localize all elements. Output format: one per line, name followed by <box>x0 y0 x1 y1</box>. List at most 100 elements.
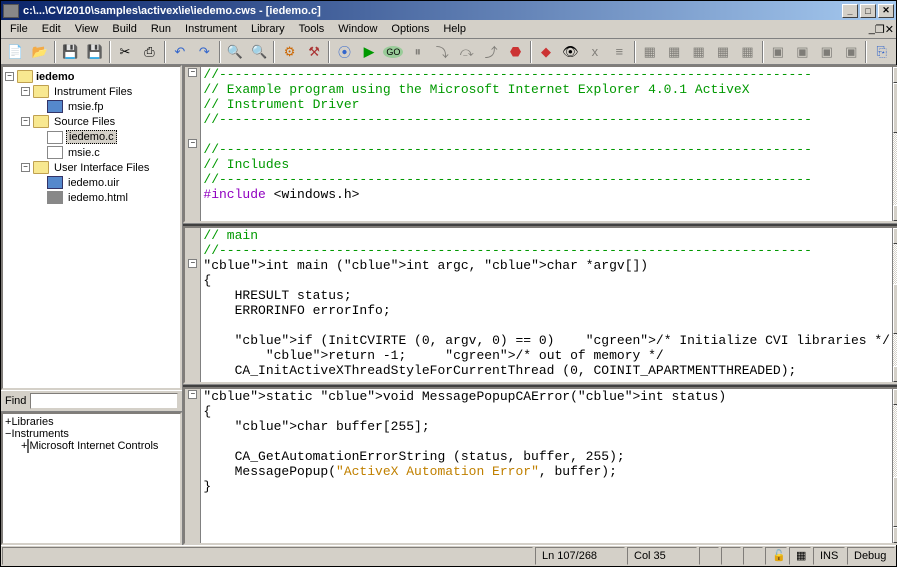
tree-item[interactable]: Microsoft Internet Controls <box>29 440 158 452</box>
fp-file-icon <box>47 100 63 113</box>
project-root[interactable]: iedemo <box>36 71 75 83</box>
status-debug: Debug <box>847 547 895 565</box>
tree-group[interactable]: User Interface Files <box>52 162 151 174</box>
mdi-restore-button[interactable]: ❐ <box>875 23 885 36</box>
build-button[interactable]: ⚙ <box>278 41 300 63</box>
menu-help[interactable]: Help <box>436 21 473 37</box>
menu-window[interactable]: Window <box>331 21 384 37</box>
find-button[interactable]: 🔍 <box>224 41 246 63</box>
tool-3-button[interactable]: ▦ <box>687 41 709 63</box>
step-out-button[interactable]: ⤴ <box>480 41 502 63</box>
breakpoints-button[interactable]: ◆ <box>535 41 557 63</box>
collapse-icon[interactable]: − <box>5 72 14 81</box>
tree-group[interactable]: Source Files <box>52 116 117 128</box>
open-button[interactable]: 📂 <box>28 41 50 63</box>
code-editor[interactable]: // main //------------------------------… <box>201 228 892 382</box>
menu-edit[interactable]: Edit <box>35 21 68 37</box>
menu-instrument[interactable]: Instrument <box>178 21 244 37</box>
fold-toggle[interactable]: − <box>188 68 197 77</box>
tree-group[interactable]: Instrument Files <box>52 86 134 98</box>
redo-button[interactable]: ↷ <box>193 41 215 63</box>
code-text: //--------------------------------------… <box>203 67 812 202</box>
scroll-up-button[interactable]: ▲ <box>893 67 897 83</box>
project-tree[interactable]: −iedemo −Instrument Files msie.fp −Sourc… <box>1 65 182 390</box>
tool-7-button[interactable]: ▣ <box>791 41 813 63</box>
cut-button[interactable]: ✂ <box>114 41 136 63</box>
collapse-icon[interactable]: − <box>21 163 30 172</box>
fold-gutter: − − <box>185 67 201 221</box>
mdi-close-button[interactable]: ✕ <box>885 23 894 36</box>
menu-view[interactable]: View <box>68 21 106 37</box>
tool-2-button[interactable]: ▦ <box>663 41 685 63</box>
watch-button[interactable]: 👁 <box>559 41 581 63</box>
menu-run[interactable]: Run <box>144 21 178 37</box>
variables-button[interactable]: x <box>584 41 606 63</box>
tree-item[interactable]: msie.c <box>66 147 102 159</box>
tree-item[interactable]: Instruments <box>11 428 68 440</box>
print-button[interactable]: ⎙ <box>138 41 160 63</box>
code-editor[interactable]: //--------------------------------------… <box>201 67 892 221</box>
close-button[interactable]: ✕ <box>878 4 894 18</box>
scroll-up-button[interactable]: ▲ <box>893 228 897 244</box>
tree-item[interactable]: iedemo.c <box>66 130 117 144</box>
fold-toggle[interactable]: − <box>188 390 197 399</box>
scroll-thumb[interactable] <box>893 284 897 334</box>
library-tree[interactable]: +Libraries −Instruments +Microsoft Inter… <box>1 412 182 545</box>
collapse-icon[interactable]: − <box>21 87 30 96</box>
minimize-button[interactable]: _ <box>842 4 858 18</box>
break-button[interactable]: ⦿ <box>333 41 355 63</box>
tool-4-button[interactable]: ▦ <box>712 41 734 63</box>
scroll-thumb[interactable] <box>893 477 897 527</box>
vertical-scrollbar[interactable]: ▲▼ <box>892 228 897 382</box>
tree-item[interactable]: msie.fp <box>66 101 105 113</box>
status-ins: INS <box>813 547 845 565</box>
fold-toggle[interactable]: − <box>188 259 197 268</box>
compile-button[interactable]: ⚒ <box>303 41 325 63</box>
scroll-up-button[interactable]: ▲ <box>893 389 897 405</box>
pause-button[interactable]: ⏸ <box>407 41 429 63</box>
undo-button[interactable]: ↶ <box>169 41 191 63</box>
tool-6-button[interactable]: ▣ <box>767 41 789 63</box>
scroll-thumb[interactable] <box>893 83 897 133</box>
tool-8-button[interactable]: ▣ <box>816 41 838 63</box>
call-stack-button[interactable]: ≡ <box>608 41 630 63</box>
find-input[interactable] <box>30 393 178 409</box>
step-over-button[interactable]: ⤼ <box>455 41 477 63</box>
status-bar: Ln 107/268 Col 35 🔓 ▦ INS Debug <box>1 545 896 565</box>
tree-item[interactable]: iedemo.uir <box>66 177 121 189</box>
vertical-scrollbar[interactable]: ▲▼ <box>892 67 897 221</box>
menu-build[interactable]: Build <box>105 21 143 37</box>
tool-5-button[interactable]: ▦ <box>736 41 758 63</box>
menu-tools[interactable]: Tools <box>292 21 332 37</box>
code-editor[interactable]: "cblue">static "cblue">void MessagePopup… <box>201 389 892 543</box>
find-in-files-button[interactable]: 🔍 <box>248 41 270 63</box>
step-into-button[interactable]: ⤵ <box>431 41 453 63</box>
fold-toggle[interactable]: − <box>188 139 197 148</box>
status-grid-icon: ▦ <box>789 547 811 565</box>
go-button[interactable]: GO <box>382 41 404 63</box>
tool-10-button[interactable]: ⎘ <box>870 41 892 63</box>
c-file-icon <box>47 131 63 144</box>
scroll-down-button[interactable]: ▼ <box>893 366 897 382</box>
scroll-down-button[interactable]: ▼ <box>893 205 897 221</box>
stop-button[interactable]: ⬣ <box>504 41 526 63</box>
new-file-button[interactable]: 📄 <box>4 41 26 63</box>
collapse-icon[interactable]: − <box>21 117 30 126</box>
find-bar: Find <box>1 390 182 412</box>
vertical-scrollbar[interactable]: ▲▼ <box>892 389 897 543</box>
tree-item[interactable]: Libraries <box>11 416 53 428</box>
save-all-button[interactable]: 💾 <box>83 41 105 63</box>
scroll-down-button[interactable]: ▼ <box>893 527 897 543</box>
tool-9-button[interactable]: ▣ <box>840 41 862 63</box>
app-icon <box>3 4 19 18</box>
menu-library[interactable]: Library <box>244 21 292 37</box>
tool-1-button[interactable]: ▦ <box>639 41 661 63</box>
debug-button[interactable]: ▶ <box>358 41 380 63</box>
maximize-button[interactable]: □ <box>860 4 876 18</box>
menu-file[interactable]: File <box>3 21 35 37</box>
code-pane-2: − // main //----------------------------… <box>183 226 897 384</box>
menu-options[interactable]: Options <box>384 21 436 37</box>
save-button[interactable]: 💾 <box>59 41 81 63</box>
tree-item[interactable]: iedemo.html <box>66 192 130 204</box>
editor-area: − − //----------------------------------… <box>183 65 897 545</box>
